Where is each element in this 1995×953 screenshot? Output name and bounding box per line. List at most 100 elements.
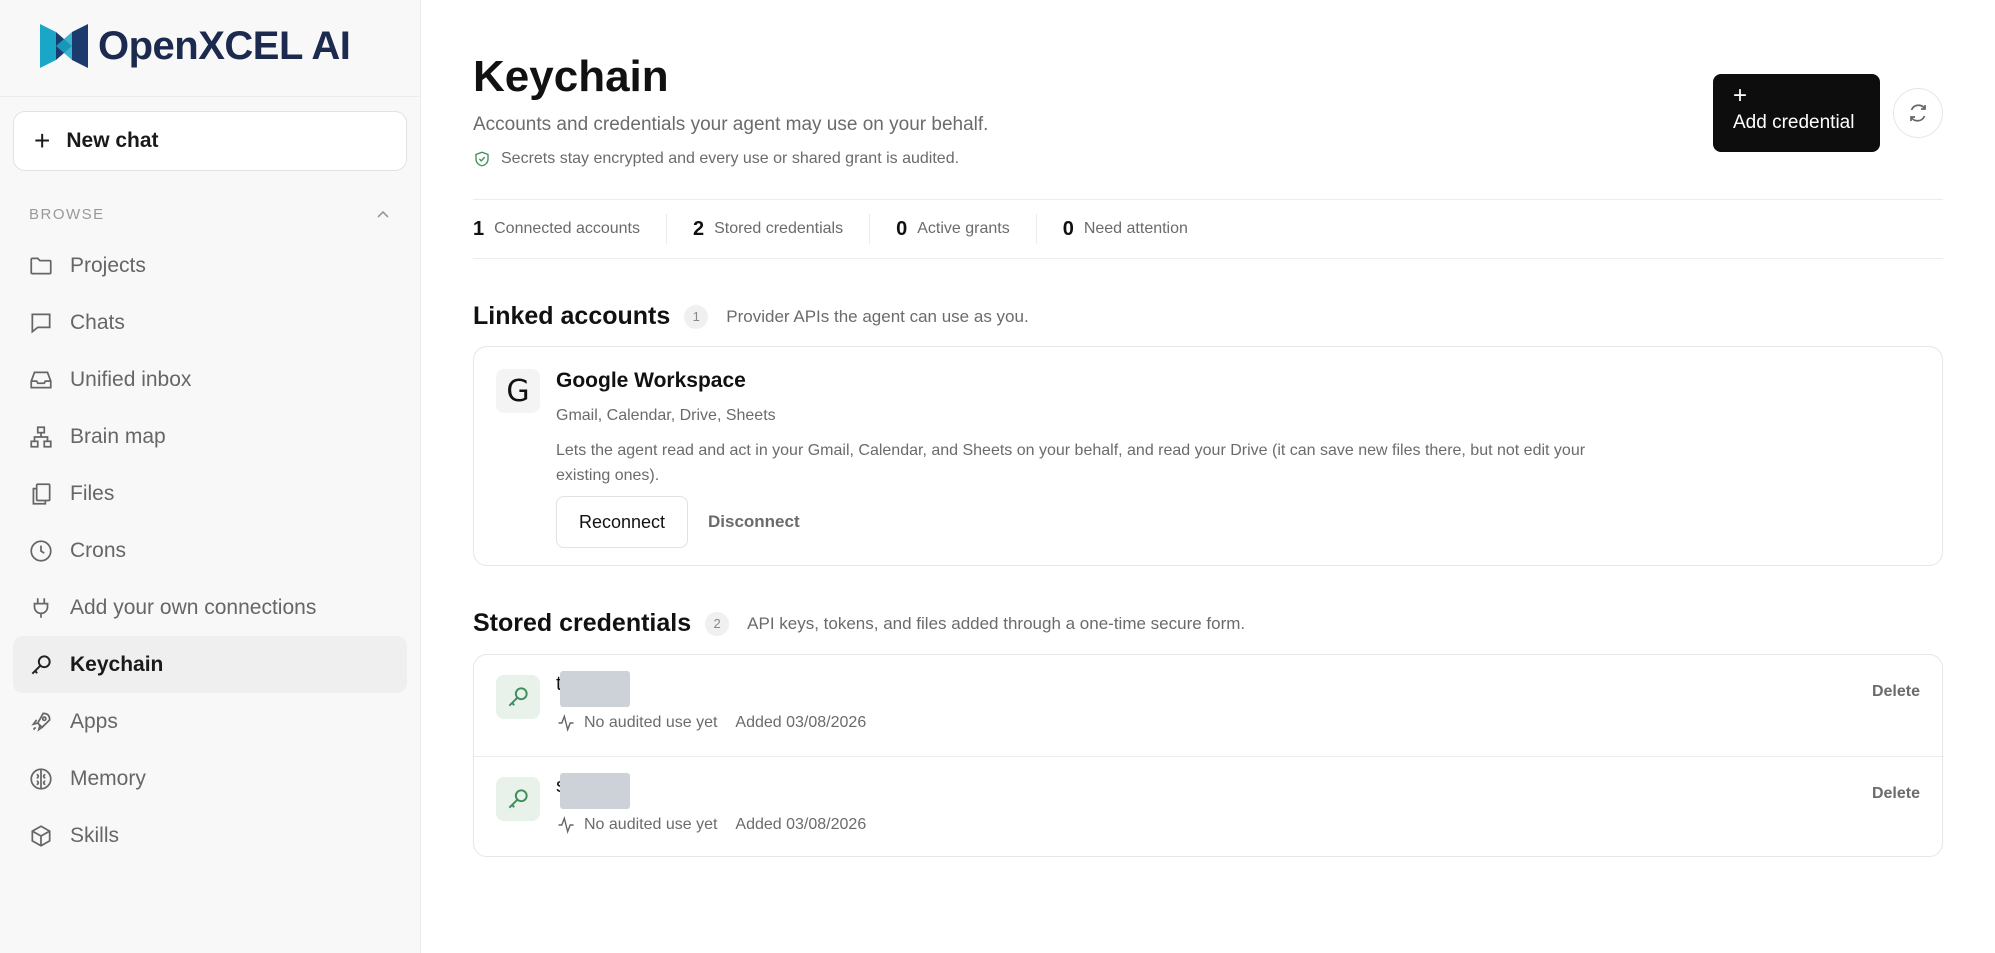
account-description: Lets the agent read and act in your Gmai… bbox=[556, 442, 1586, 484]
brand-name: OpenXCEL AI bbox=[98, 23, 351, 68]
sidebar-item-label: Files bbox=[70, 481, 115, 505]
inbox-icon bbox=[30, 371, 52, 388]
sidebar-nav: Projects Chats Unified inbox Brain map F… bbox=[13, 237, 407, 864]
sidebar-item-label: Projects bbox=[70, 253, 146, 277]
sidebar-item-apps[interactable]: Apps bbox=[13, 693, 407, 750]
sidebar-item-projects[interactable]: Projects bbox=[13, 237, 407, 294]
key-icon bbox=[31, 654, 51, 674]
sidebar-item-add-connections[interactable]: Add your own connections bbox=[13, 579, 407, 636]
account-name: Google Workspace bbox=[556, 369, 746, 392]
plus-icon: + bbox=[34, 125, 51, 156]
stat-value: 0 bbox=[896, 217, 908, 240]
sidebar-item-memory[interactable]: Memory bbox=[13, 750, 407, 807]
credential-meta: No audited use yet Added 03/08/2026 bbox=[556, 713, 866, 733]
sidebar-item-label: Keychain bbox=[70, 652, 164, 676]
clock-icon bbox=[30, 539, 52, 562]
sidebar-item-skills[interactable]: Skills bbox=[13, 807, 407, 864]
linked-accounts-header: Linked accounts 1 Provider APIs the agen… bbox=[473, 302, 1029, 331]
credential-added-date: Added 03/08/2026 bbox=[735, 714, 867, 731]
stat-value: 1 bbox=[473, 217, 485, 240]
credential-meta: No audited use yet Added 03/08/2026 bbox=[556, 815, 866, 835]
stat-stored-credentials: 2 Stored credentials bbox=[667, 214, 871, 244]
cube-icon bbox=[31, 824, 51, 847]
stat-need-attention: 0 Need attention bbox=[1037, 214, 1214, 244]
refresh-icon bbox=[1910, 104, 1926, 122]
stat-value: 0 bbox=[1062, 217, 1074, 240]
sidebar-item-brain-map[interactable]: Brain map bbox=[13, 408, 407, 465]
stat-connected-accounts: 1 Connected accounts bbox=[473, 214, 667, 244]
section-title: Linked accounts bbox=[473, 302, 671, 330]
delete-credential-button[interactable]: Delete bbox=[1872, 683, 1920, 701]
google-icon: G bbox=[496, 369, 540, 413]
sidebar-item-unified-inbox[interactable]: Unified inbox bbox=[13, 351, 407, 408]
credential-added-date: Added 03/08/2026 bbox=[735, 816, 867, 833]
add-credential-label: Add credential bbox=[1733, 112, 1855, 133]
delete-credential-button[interactable]: Delete bbox=[1872, 785, 1920, 803]
audit-note: Secrets stay encrypted and every use or … bbox=[473, 150, 959, 168]
stats-bar: 1 Connected accounts 2 Stored credential… bbox=[473, 199, 1943, 259]
section-count-badge: 1 bbox=[684, 304, 709, 329]
folder-icon bbox=[30, 257, 52, 274]
plus-icon: + bbox=[1733, 82, 1748, 109]
credential-key-icon bbox=[496, 777, 540, 821]
credential-usage: No audited use yet bbox=[584, 816, 718, 833]
sidebar-item-keychain[interactable]: Keychain bbox=[13, 636, 407, 693]
credential-usage: No audited use yet bbox=[584, 714, 718, 731]
rocket-icon bbox=[31, 711, 51, 732]
stored-credentials-header: Stored credentials 2 API keys, tokens, a… bbox=[473, 609, 1245, 638]
shield-check-icon bbox=[475, 151, 489, 167]
sidebar-item-label: Memory bbox=[70, 766, 146, 790]
stat-value: 2 bbox=[693, 217, 705, 240]
stored-credentials-card: t No audited use yet Added 03/08/2026 De… bbox=[473, 654, 1944, 857]
refresh-button[interactable] bbox=[1893, 88, 1943, 138]
linked-account-card: G Google Workspace Gmail, Calendar, Driv… bbox=[473, 346, 1943, 566]
new-chat-button[interactable]: + New chat bbox=[13, 111, 407, 171]
brand-mark-icon bbox=[40, 24, 88, 68]
account-scopes: Gmail, Calendar, Drive, Sheets bbox=[556, 407, 776, 424]
stat-label: Connected accounts bbox=[494, 220, 640, 237]
sidebar-item-label: Apps bbox=[70, 709, 118, 733]
disconnect-button[interactable]: Disconnect bbox=[708, 512, 800, 532]
activity-icon bbox=[558, 815, 574, 835]
stat-label: Stored credentials bbox=[714, 220, 844, 237]
main-content: Keychain Accounts and credentials your a… bbox=[473, 0, 1944, 953]
browse-label: BROWSE bbox=[29, 206, 105, 223]
page-subtitle: Accounts and credentials your agent may … bbox=[473, 114, 989, 135]
credential-key-icon bbox=[496, 675, 540, 719]
key-icon bbox=[508, 687, 528, 707]
new-chat-label: New chat bbox=[66, 129, 159, 152]
redacted-name-block bbox=[560, 671, 630, 707]
stat-label: Need attention bbox=[1083, 220, 1188, 237]
sidebar-item-label: Add your own connections bbox=[70, 595, 317, 619]
activity-icon bbox=[558, 713, 574, 733]
sidebar-item-chats[interactable]: Chats bbox=[13, 294, 407, 351]
credential-row: t No audited use yet Added 03/08/2026 De… bbox=[474, 655, 1944, 755]
sidebar-item-label: Brain map bbox=[70, 424, 166, 448]
section-count-badge: 2 bbox=[705, 611, 730, 636]
chevron-up-icon[interactable] bbox=[375, 207, 391, 223]
divider bbox=[0, 96, 421, 97]
brand-logo[interactable]: OpenXCEL AI bbox=[38, 18, 351, 74]
sidebar-item-label: Crons bbox=[70, 538, 127, 562]
section-description: API keys, tokens, and files added throug… bbox=[747, 613, 1246, 633]
redacted-name-block bbox=[560, 773, 630, 809]
plug-icon bbox=[33, 597, 49, 618]
chat-icon bbox=[31, 312, 51, 333]
section-title: Stored credentials bbox=[473, 609, 692, 637]
add-credential-button[interactable]: + Add credential bbox=[1713, 74, 1880, 152]
hierarchy-icon bbox=[30, 425, 52, 448]
page-title: Keychain bbox=[473, 52, 669, 101]
brain-icon bbox=[30, 767, 52, 790]
sidebar-item-label: Unified inbox bbox=[70, 367, 192, 391]
reconnect-button[interactable]: Reconnect bbox=[556, 496, 688, 548]
sidebar-item-crons[interactable]: Crons bbox=[13, 522, 407, 579]
audit-note-text: Secrets stay encrypted and every use or … bbox=[501, 150, 960, 167]
stat-label: Active grants bbox=[917, 220, 1010, 237]
stat-active-grants: 0 Active grants bbox=[870, 214, 1037, 244]
sidebar-item-files[interactable]: Files bbox=[13, 465, 407, 522]
files-icon bbox=[32, 482, 51, 505]
browse-section-header[interactable]: BROWSE bbox=[29, 206, 391, 223]
sidebar-item-label: Skills bbox=[70, 823, 120, 847]
sidebar-item-label: Chats bbox=[70, 310, 125, 334]
key-icon bbox=[508, 789, 528, 809]
